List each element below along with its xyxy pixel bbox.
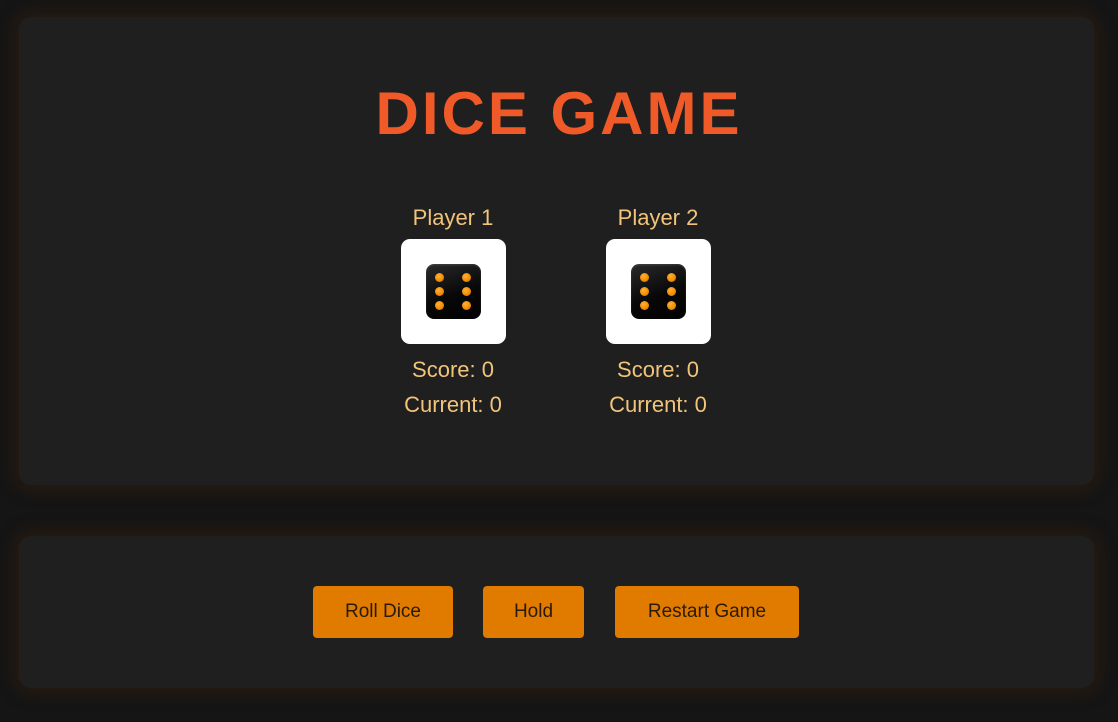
player-1-panel: Player 1 Score: 0 Current: 0 <box>373 204 533 422</box>
dice-six-icon <box>630 264 686 319</box>
player-2-current: Current: 0 <box>609 392 707 417</box>
player-2-die-card <box>605 239 711 344</box>
player-1-current: Current: 0 <box>404 392 502 417</box>
player-2-panel: Player 2 Score: 0 Current: 0 <box>578 204 738 422</box>
player-2-score: Score: 0 <box>617 357 699 382</box>
player-1-name: Player 1 <box>412 205 494 230</box>
roll-dice-button[interactable]: Roll Dice <box>313 586 453 638</box>
game-title: DICE GAME <box>375 80 743 147</box>
player-1-die-card <box>400 239 506 344</box>
hold-button[interactable]: Hold <box>483 586 584 638</box>
player-1-score: Score: 0 <box>412 357 494 382</box>
player-2-name: Player 2 <box>617 205 699 230</box>
dice-six-icon <box>425 264 481 319</box>
restart-game-button[interactable]: Restart Game <box>615 586 799 638</box>
